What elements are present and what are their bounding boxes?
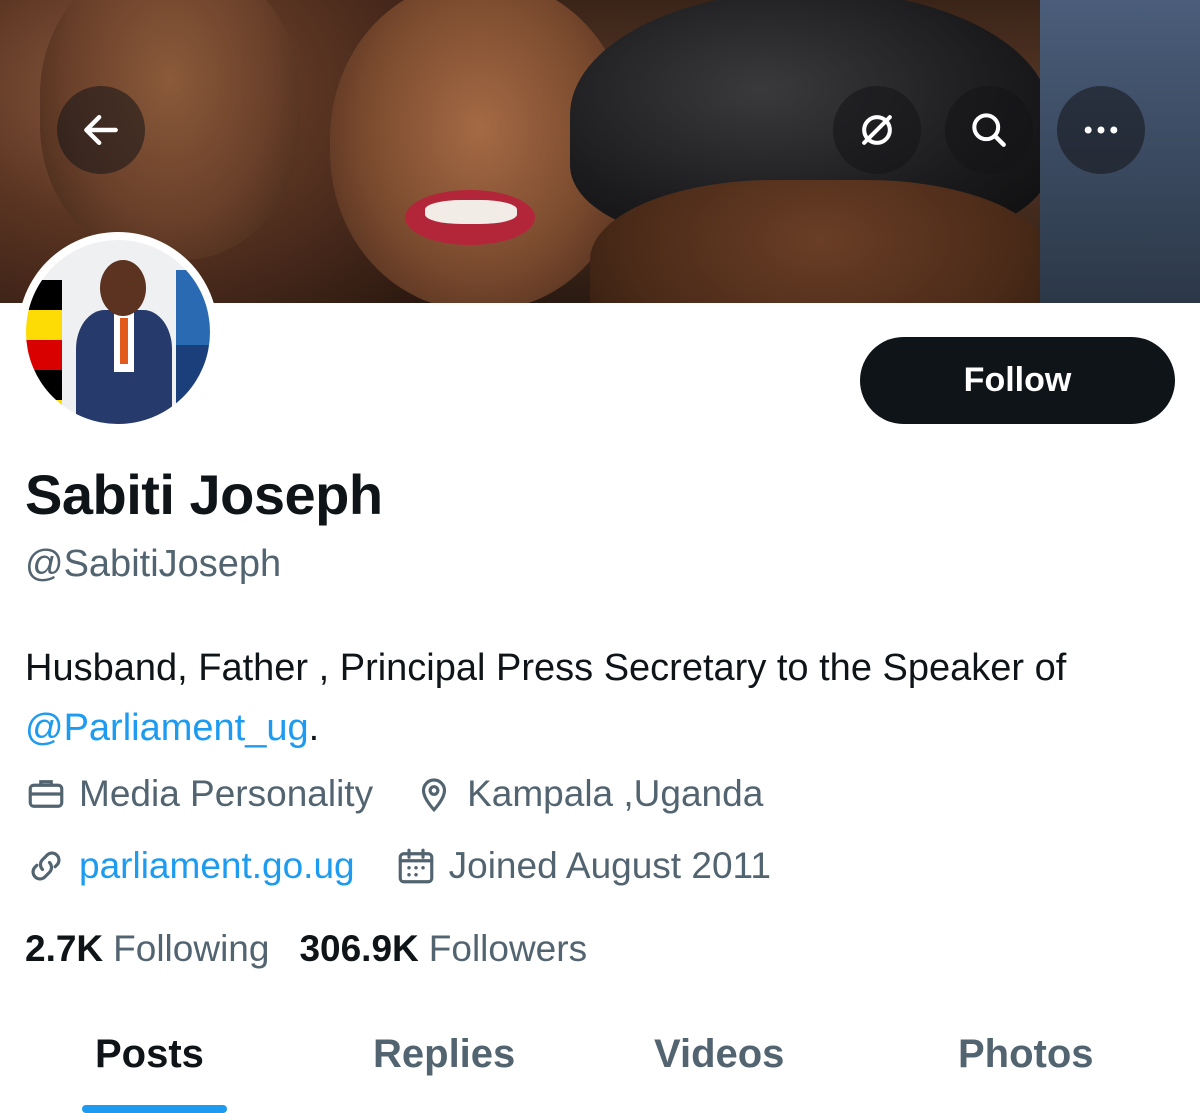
bio-mention-link[interactable]: @Parliament_ug — [25, 707, 309, 749]
banner-photo-detail — [425, 200, 517, 224]
tab-posts[interactable]: Posts — [95, 1032, 204, 1077]
following-stat[interactable]: 2.7K Following — [25, 928, 269, 970]
briefcase-icon — [28, 780, 64, 808]
banner-photo-person — [590, 180, 1050, 303]
bio-text: Husband, Father , Principal Press Secret… — [25, 647, 1067, 689]
more-icon — [1084, 126, 1118, 134]
more-options-button[interactable] — [1057, 86, 1145, 174]
arrow-left-icon — [84, 114, 118, 146]
tab-replies[interactable]: Replies — [373, 1032, 515, 1077]
followers-count: 306.9K — [299, 928, 419, 969]
follow-button[interactable]: Follow — [860, 337, 1175, 424]
joined-label: Joined August 2011 — [448, 845, 771, 886]
joined-item: Joined August 2011 — [395, 845, 771, 887]
profile-bio: Husband, Father , Principal Press Secret… — [25, 638, 1175, 758]
website-link[interactable]: parliament.go.ug — [79, 845, 355, 887]
broken-link-button[interactable] — [833, 86, 921, 174]
profile-stats: 2.7K Following 306.9K Followers — [25, 928, 617, 970]
bio-text-suffix: . — [308, 707, 320, 749]
location-label: Kampala ,Uganda — [467, 773, 764, 814]
tab-videos[interactable]: Videos — [654, 1032, 784, 1077]
location-item: Kampala ,Uganda — [413, 773, 763, 815]
website-item[interactable]: parliament.go.ug — [25, 845, 355, 887]
profile-name: Sabiti Joseph — [25, 463, 383, 526]
location-pin-icon — [422, 778, 447, 813]
active-tab-indicator — [82, 1105, 227, 1113]
following-count: 2.7K — [25, 928, 104, 969]
following-label: Following — [113, 928, 270, 969]
link-icon — [31, 851, 61, 881]
avatar[interactable] — [18, 232, 218, 432]
search-icon — [972, 113, 1006, 147]
avatar-flag — [26, 280, 62, 424]
avatar-photo — [26, 240, 210, 424]
broken-link-icon — [862, 115, 892, 145]
back-button[interactable] — [57, 86, 145, 174]
avatar-head — [100, 260, 146, 316]
avatar-tie — [120, 318, 128, 364]
category-item: Media Personality — [25, 773, 373, 815]
profile-tabs: Posts Replies Videos Photos — [0, 1020, 1200, 1111]
profile-handle: @SabitiJoseph — [25, 543, 282, 585]
followers-stat[interactable]: 306.9K Followers — [299, 928, 587, 970]
calendar-icon — [398, 848, 433, 884]
search-button[interactable] — [945, 86, 1033, 174]
category-label: Media Personality — [79, 773, 374, 814]
profile-meta-row: parliament.go.ug Joined August 2011 — [25, 845, 811, 887]
followers-label: Followers — [428, 928, 588, 969]
avatar-flag — [176, 270, 210, 420]
tab-photos[interactable]: Photos — [958, 1032, 1094, 1077]
profile-meta-row: Media Personality Kampala ,Uganda — [25, 773, 803, 815]
